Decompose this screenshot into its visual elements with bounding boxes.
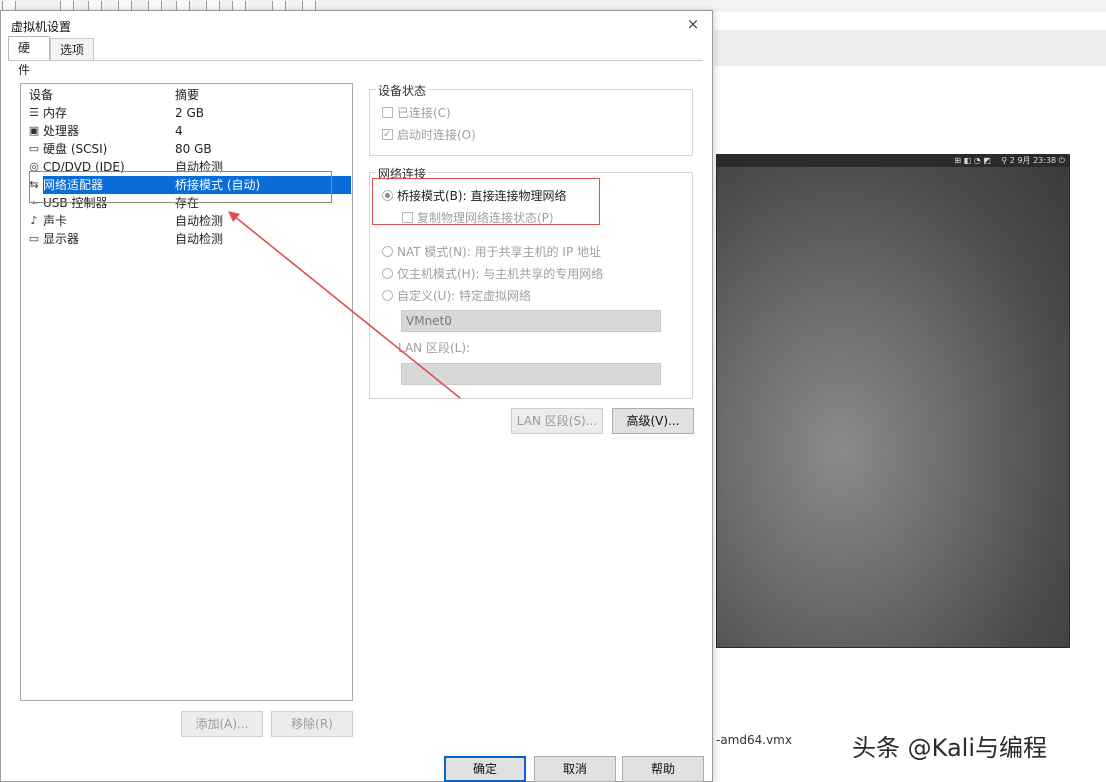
connect-on-power-on-label: 启动时连接(O) [397, 128, 476, 142]
vm-top-panel-icons: ⊞ ◧ ◔ ◩ [954, 156, 991, 165]
replicate-state-checkbox[interactable]: 复制物理网络连接状态(P) [402, 210, 554, 226]
vm-top-panel-clock: ⚲ 2 9月 23:38 ⏻ [1001, 156, 1065, 165]
display-icon: ▭ [28, 232, 40, 245]
column-header-device[interactable]: 设备 [29, 86, 53, 103]
radio-dot [382, 290, 393, 301]
device-row-hard-disk[interactable]: ▭ 硬盘 (SCSI) 80 GB [21, 140, 352, 158]
tab-options[interactable]: 选项 [50, 38, 94, 60]
advanced-button[interactable]: 高级(V)... [612, 408, 694, 434]
device-row-memory[interactable]: ☰ 内存 2 GB [21, 104, 352, 122]
device-summary: 自动检测 [175, 232, 224, 246]
device-row-display[interactable]: ▭ 显示器 自动检测 [21, 230, 352, 248]
memory-icon: ☰ [29, 106, 39, 119]
device-status-group: 设备状态 已连接(C) 启动时连接(O) [369, 82, 693, 156]
host-only-label: 仅主机模式(H): 与主机共享的专用网络 [397, 267, 604, 281]
sound-card-icon: ♪ [30, 214, 38, 227]
tab-hardware[interactable]: 硬件 [8, 36, 50, 77]
device-name: USB 控制器 [43, 196, 108, 210]
vmx-file-path: -amd64.vmx [716, 733, 792, 747]
close-icon[interactable]: × [684, 15, 702, 33]
device-row-sound-card[interactable]: ♪ 声卡 自动检测 [21, 212, 352, 230]
lan-segments-button[interactable]: LAN 区段(S)... [511, 408, 603, 434]
nat-label: NAT 模式(N): 用于共享主机的 IP 地址 [397, 245, 602, 259]
cd-dvd-icon: ◎ [29, 160, 39, 173]
device-status-legend: 设备状态 [376, 82, 429, 99]
device-row-usb-controller[interactable]: ⌁ USB 控制器 存在 [21, 194, 352, 212]
device-row-processor[interactable]: ▣ 处理器 4 [21, 122, 352, 140]
custom-label: 自定义(U): 特定虚拟网络 [397, 289, 532, 303]
device-row-network-adapter[interactable]: ⇆ 网络适配器 桥接模式 (自动) [21, 176, 352, 194]
usb-controller-icon: ⌁ [30, 196, 38, 209]
device-summary: 存在 [175, 196, 200, 210]
device-name: 显示器 [43, 232, 80, 246]
replicate-state-label: 复制物理网络连接状态(P) [417, 211, 554, 225]
device-name: CD/DVD (IDE) [43, 160, 125, 174]
network-connection-group: 网络连接 桥接模式(B): 直接连接物理网络 复制物理网络连接状态(P) NAT… [369, 165, 693, 399]
network-connection-legend: 网络连接 [376, 165, 429, 182]
device-list-header: 设备 摘要 [21, 84, 352, 103]
device-row-cd-dvd[interactable]: ◎ CD/DVD (IDE) 自动检测 [21, 158, 352, 176]
radio-dot [382, 190, 393, 201]
device-name: 处理器 [43, 124, 80, 138]
device-summary: 自动检测 [175, 214, 224, 228]
connect-on-power-on-checkbox[interactable]: 启动时连接(O) [382, 127, 476, 143]
device-name: 硬盘 (SCSI) [43, 142, 108, 156]
device-summary: 80 GB [175, 142, 212, 156]
custom-radio[interactable]: 自定义(U): 特定虚拟网络 [382, 288, 531, 304]
checkbox-box [382, 127, 393, 143]
radio-dot [382, 268, 393, 279]
lan-segment-select[interactable] [401, 363, 661, 385]
device-summary: 2 GB [175, 106, 204, 120]
watermark: 头条 @Kali与编程 [852, 734, 1047, 762]
host-only-radio[interactable]: 仅主机模式(H): 与主机共享的专用网络 [382, 266, 603, 282]
checkbox-box [382, 107, 393, 118]
remove-device-button[interactable]: 移除(R) [271, 711, 353, 737]
ok-button[interactable]: 确定 [444, 756, 526, 782]
connected-checkbox[interactable]: 已连接(C) [382, 105, 451, 121]
add-device-button[interactable]: 添加(A)... [181, 711, 263, 737]
lan-segment-label: LAN 区段(L): [398, 341, 471, 355]
cancel-button[interactable]: 取消 [534, 756, 616, 782]
device-name: 网络适配器 [43, 178, 104, 192]
device-summary: 4 [175, 124, 183, 138]
nat-radio[interactable]: NAT 模式(N): 用于共享主机的 IP 地址 [382, 244, 601, 260]
column-header-summary[interactable]: 摘要 [175, 86, 199, 103]
network-adapter-icon: ⇆ [29, 178, 39, 191]
device-summary: 桥接模式 (自动) [175, 178, 261, 192]
device-name: 声卡 [43, 214, 68, 228]
radio-dot [382, 246, 393, 257]
bridged-radio[interactable]: 桥接模式(B): 直接连接物理网络 [382, 188, 566, 204]
connected-label: 已连接(C) [397, 106, 451, 120]
device-name: 内存 [43, 106, 68, 120]
device-summary: 自动检测 [175, 160, 224, 174]
vm-screen-preview[interactable]: ⊞ ◧ ◔ ◩ ⚲ 2 9月 23:38 ⏻ [716, 154, 1070, 648]
device-list[interactable]: 设备 摘要 ☰ 内存 2 GB ▣ 处理器 4 ▭ 硬盘 (SCSI) 80 G… [20, 83, 353, 701]
checkbox-box [402, 212, 413, 223]
hard-disk-icon: ▭ [28, 142, 40, 155]
help-button[interactable]: 帮助 [622, 756, 704, 782]
background-tab-strip [714, 30, 1106, 67]
bridged-label: 桥接模式(B): 直接连接物理网络 [397, 189, 567, 203]
dialog-title: 虚拟机设置 [11, 20, 72, 34]
custom-network-select[interactable]: VMnet0 [401, 310, 661, 332]
processor-icon: ▣ [28, 124, 40, 137]
vm-top-panel: ⊞ ◧ ◔ ◩ ⚲ 2 9月 23:38 ⏻ [717, 155, 1069, 167]
